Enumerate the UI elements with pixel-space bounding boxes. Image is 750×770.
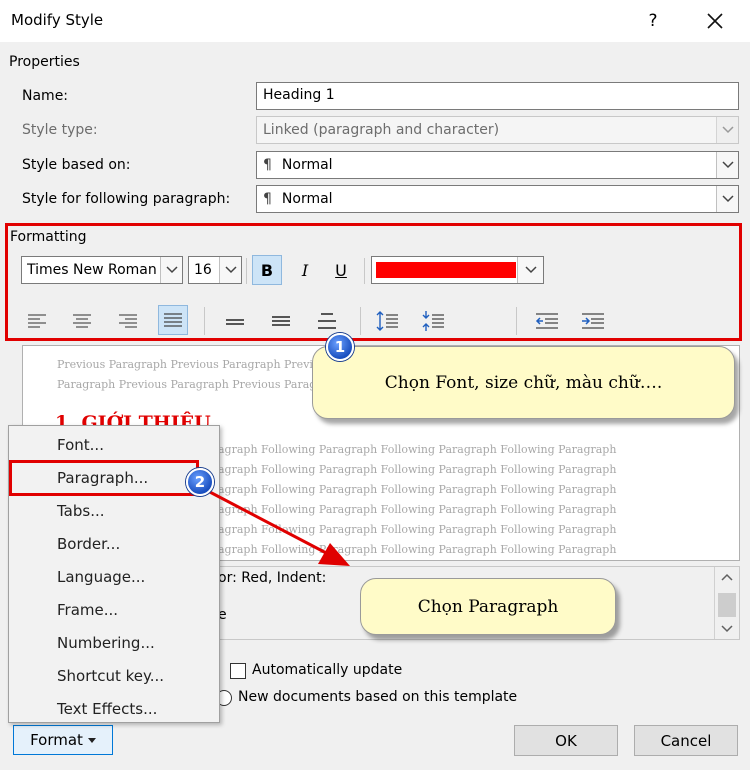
- callout-text: Chọn Font, size chữ, màu chữ….: [384, 372, 663, 393]
- callout-font-options: Chọn Font, size chữ, màu chữ….: [312, 346, 735, 419]
- callout-paragraph: Chọn Paragraph: [360, 578, 616, 635]
- step-2-badge: 2: [186, 468, 214, 496]
- callout-text: Chọn Paragraph: [417, 596, 559, 617]
- step-1-badge: 1: [326, 333, 354, 361]
